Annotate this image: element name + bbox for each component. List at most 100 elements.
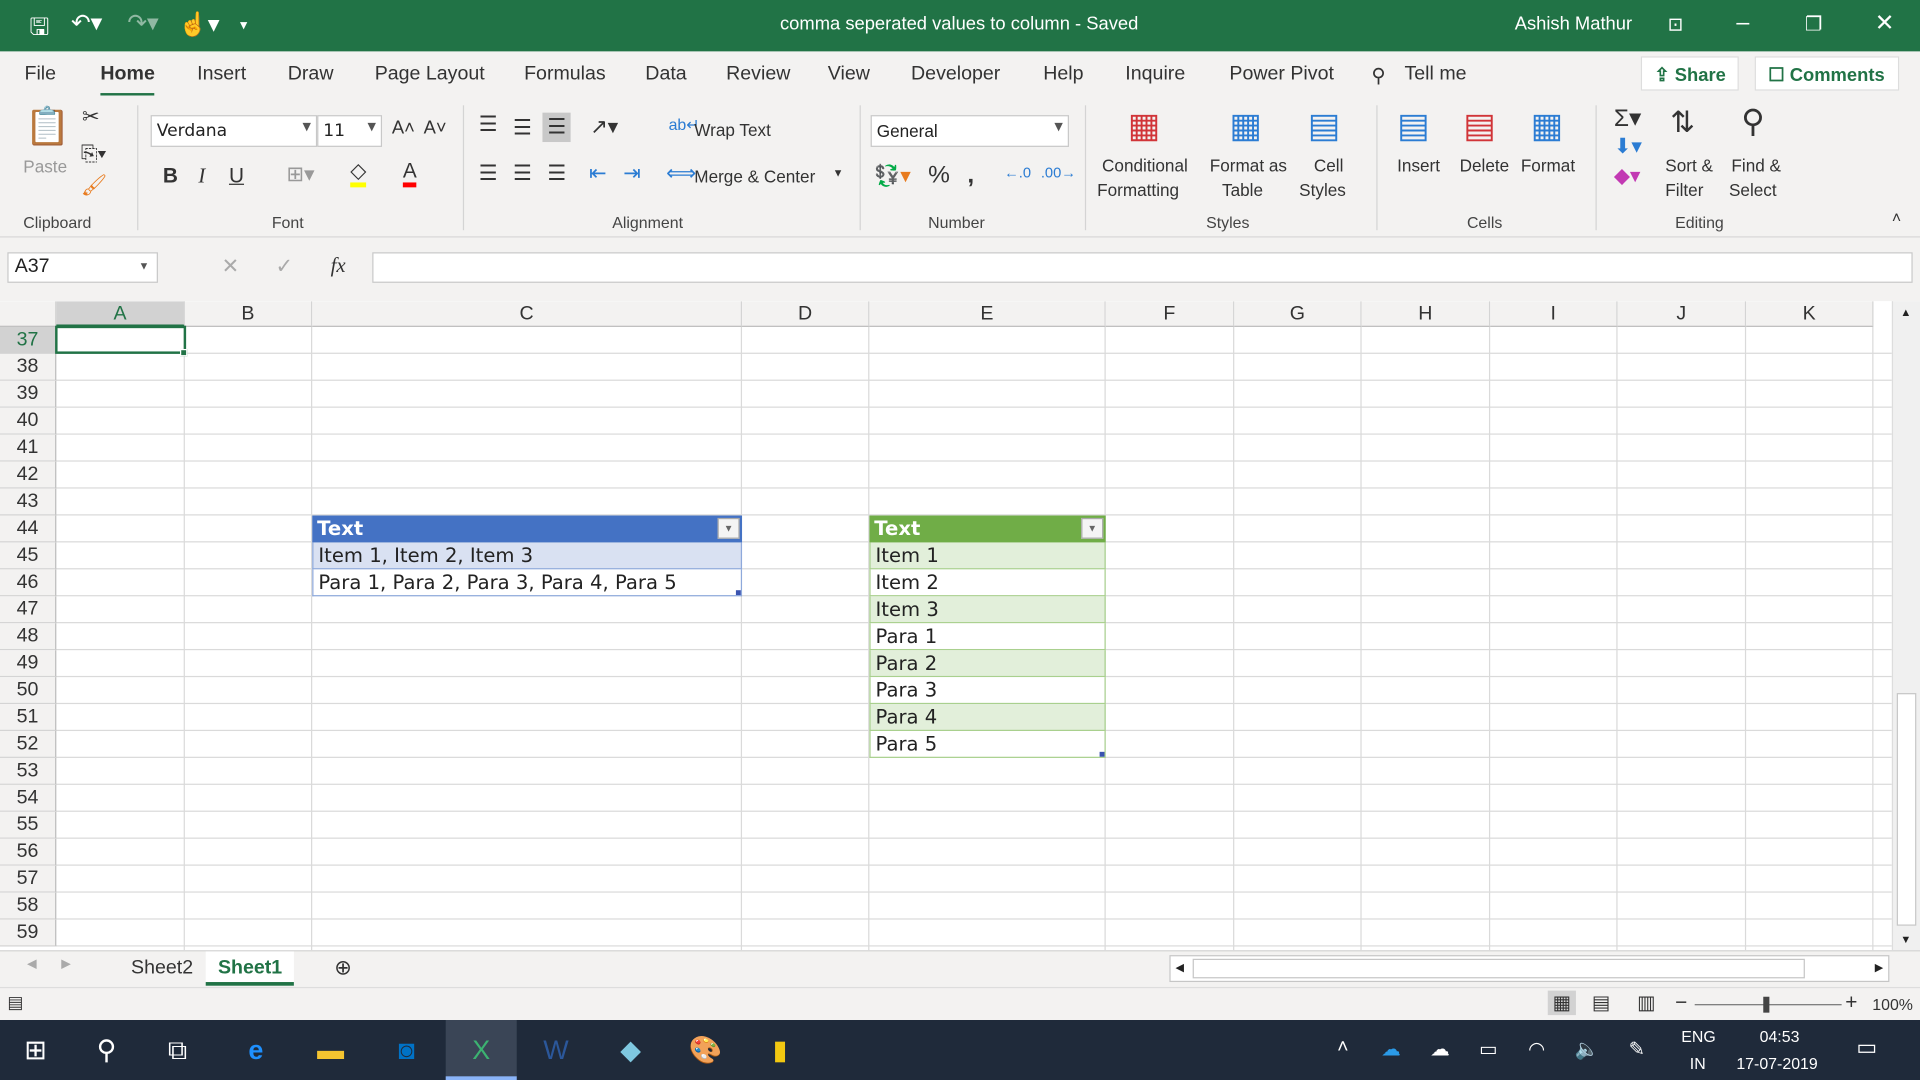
ribbon-display-icon[interactable]: ⊡	[1668, 13, 1683, 36]
close-icon[interactable]: ✕	[1875, 10, 1894, 38]
clock-date[interactable]: 17-07-2019	[1736, 1054, 1817, 1072]
tab-draw[interactable]: Draw	[288, 64, 334, 86]
align-middle-icon[interactable]: ☰	[513, 116, 532, 140]
zoom-out-icon[interactable]: −	[1675, 991, 1687, 1015]
tab-home[interactable]: Home	[100, 64, 156, 97]
row-header[interactable]: 37	[0, 326, 57, 354]
sort-filter-button[interactable]: Sort &	[1665, 156, 1713, 176]
insert-cells-button[interactable]: Insert	[1397, 156, 1440, 176]
table-cell[interactable]: Para 4	[869, 704, 1106, 732]
outlook-icon[interactable]: ◙	[371, 1020, 442, 1080]
enter-icon[interactable]: ✓	[276, 255, 293, 279]
vertical-scrollbar[interactable]: ▲ ▼	[1891, 301, 1920, 951]
next-sheet-icon[interactable]: ▶	[61, 958, 70, 971]
word-icon[interactable]: W	[520, 1020, 591, 1080]
table-cell[interactable]: Para 2	[869, 650, 1106, 678]
row-header[interactable]: 42	[0, 461, 57, 489]
tab-page-layout[interactable]: Page Layout	[375, 64, 485, 86]
zoom-in-icon[interactable]: +	[1845, 991, 1857, 1015]
cell-styles-button[interactable]: Cell	[1314, 156, 1344, 176]
customize-toolbar-icon[interactable]: ▾	[240, 16, 247, 33]
format-painter-icon[interactable]: 🖌	[81, 174, 107, 198]
task-view-icon[interactable]: ⧉	[142, 1020, 213, 1080]
table-resize-handle[interactable]	[735, 590, 741, 596]
input-language[interactable]: ENG	[1681, 1027, 1715, 1045]
align-bottom-icon[interactable]: ☰	[542, 112, 571, 143]
merge-center-button[interactable]: Merge & Center	[694, 167, 815, 187]
restore-icon[interactable]: ❐	[1805, 12, 1823, 36]
edge-icon[interactable]: e	[220, 1020, 291, 1080]
row-header[interactable]: 48	[0, 623, 57, 651]
prev-sheet-icon[interactable]: ◀	[27, 958, 36, 971]
font-size-dropdown[interactable]: 11 ▼	[317, 115, 383, 147]
table-cell[interactable]: Item 1, Item 2, Item 3	[312, 542, 743, 570]
accounting-format-icon[interactable]: 💱▾	[874, 164, 910, 188]
tab-developer[interactable]: Developer	[911, 64, 1000, 86]
row-header[interactable]: 38	[0, 353, 57, 381]
font-name-dropdown[interactable]: Verdana ▼	[150, 115, 318, 147]
increase-indent-icon[interactable]: ⇥	[623, 162, 640, 186]
tab-inquire[interactable]: Inquire	[1125, 64, 1185, 86]
font-color-icon[interactable]: A	[402, 160, 417, 188]
scroll-down-icon[interactable]: ▼	[1900, 933, 1911, 945]
collapse-ribbon-icon[interactable]: ˄	[1892, 208, 1901, 226]
table-cell[interactable]: Para 3	[869, 677, 1106, 705]
tell-me-search[interactable]: Tell me	[1404, 64, 1466, 86]
table-cell[interactable]: Item 1	[869, 542, 1106, 570]
conditional-formatting-button[interactable]: Conditional	[1102, 156, 1188, 176]
clear-icon[interactable]: ◆▾	[1614, 164, 1640, 188]
row-header[interactable]: 58	[0, 892, 57, 920]
table-cell[interactable]: Para 1, Para 2, Para 3, Para 4, Para 5	[312, 569, 743, 597]
row-header[interactable]: 45	[0, 542, 57, 570]
row-header[interactable]: 41	[0, 434, 57, 462]
column-header[interactable]: K	[1746, 301, 1874, 327]
file-explorer-icon[interactable]: ▬	[295, 1020, 366, 1080]
tab-view[interactable]: View	[828, 64, 870, 86]
onedrive-personal-icon[interactable]: ☁	[1430, 1037, 1450, 1061]
row-header[interactable]: 47	[0, 596, 57, 624]
italic-button[interactable]: I	[198, 164, 205, 188]
show-hidden-icons[interactable]: ˄	[1337, 1037, 1348, 1059]
wifi-icon[interactable]: ◠	[1528, 1037, 1545, 1061]
row-header[interactable]: 54	[0, 784, 57, 812]
row-header[interactable]: 44	[0, 515, 57, 543]
search-icon[interactable]: ⚲	[71, 1020, 142, 1080]
row-header[interactable]: 40	[0, 407, 57, 435]
chevron-down-icon[interactable]: ▼	[833, 167, 844, 179]
fill-handle[interactable]	[180, 348, 188, 357]
bold-button[interactable]: B	[163, 164, 178, 188]
macro-record-icon[interactable]: ▤	[7, 992, 23, 1013]
decrease-decimal-icon[interactable]: .00→	[1041, 164, 1076, 181]
save-icon[interactable]: 🖫	[29, 10, 49, 49]
share-button[interactable]: ⇪ Share	[1640, 56, 1740, 91]
insert-function-button[interactable]: fx	[331, 253, 346, 277]
sheet-tab-sheet2[interactable]: Sheet2	[119, 951, 206, 985]
align-center-icon[interactable]: ☰	[513, 162, 532, 186]
worksheet-grid[interactable]: A B C D E F G H I J K 37 38 39 40 41 42 43 44 45 46 47 48 49 50 5…	[0, 301, 1892, 951]
tab-formulas[interactable]: Formulas	[524, 64, 606, 86]
decrease-font-icon[interactable]: A˅	[424, 118, 447, 139]
zoom-level[interactable]: 100%	[1872, 996, 1913, 1014]
redo-icon[interactable]: ↷▾	[127, 10, 158, 38]
autosum-icon[interactable]: Σ▾	[1614, 103, 1641, 134]
column-header[interactable]: J	[1617, 301, 1747, 327]
borders-icon[interactable]: ⊞▾	[287, 163, 315, 187]
format-as-table-button[interactable]: Format as	[1210, 156, 1287, 176]
table-cell[interactable]: Item 3	[869, 596, 1106, 624]
cancel-icon[interactable]: ✕	[222, 255, 239, 279]
row-header[interactable]: 39	[0, 380, 57, 408]
battery-icon[interactable]: ▭	[1479, 1037, 1498, 1061]
underline-button[interactable]: U	[229, 164, 244, 188]
delete-cells-button[interactable]: Delete	[1460, 156, 1510, 176]
fill-icon[interactable]: ⬇▾	[1614, 135, 1642, 159]
tab-file[interactable]: File	[24, 64, 56, 86]
paste-button[interactable]: Paste	[23, 157, 67, 177]
copy-icon[interactable]: ⎘▾	[81, 142, 106, 166]
wrap-text-button[interactable]: Wrap Text	[694, 120, 771, 140]
onedrive-icon[interactable]: ☁	[1381, 1037, 1401, 1061]
user-name[interactable]: Ashish Mathur	[1515, 13, 1632, 34]
column-header[interactable]: C	[312, 301, 743, 327]
column-header[interactable]: E	[869, 301, 1106, 327]
row-header[interactable]: 46	[0, 569, 57, 597]
pen-icon[interactable]: ✎	[1629, 1037, 1645, 1061]
